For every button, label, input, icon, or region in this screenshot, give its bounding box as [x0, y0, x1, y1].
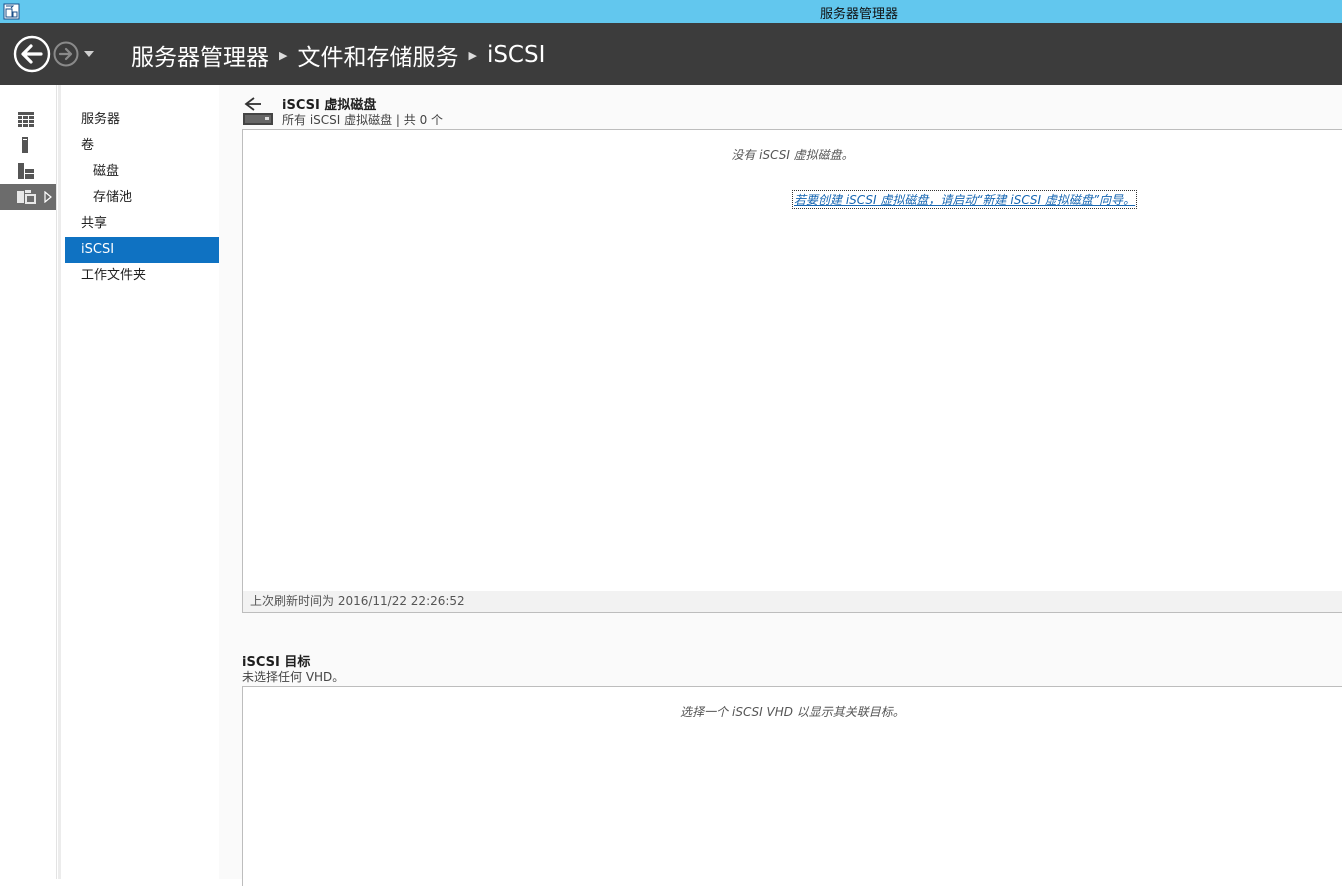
iconbar-file-storage[interactable]	[0, 184, 56, 210]
last-refresh-status: 上次刷新时间为 2016/11/22 22:26:52	[243, 591, 1342, 612]
back-arrow-icon[interactable]	[13, 35, 51, 73]
nav-item-disks[interactable]: 磁盘	[65, 159, 219, 185]
forward-arrow-icon[interactable]	[53, 41, 79, 67]
vdisks-empty-message: 没有 iSCSI 虚拟磁盘。	[731, 148, 854, 162]
section-icon-bar	[0, 85, 57, 879]
iconbar-all-servers[interactable]	[0, 158, 56, 184]
file-storage-icon	[17, 190, 36, 204]
new-vdisk-wizard-link[interactable]: 若要创建 iSCSI 虚拟磁盘，请启动“新建 iSCSI 虚拟磁盘”向导。	[792, 190, 1138, 209]
nav-item-label: iSCSI	[81, 242, 115, 257]
nav-item-storage-pools[interactable]: 存储池	[65, 185, 219, 211]
breadcrumb-separator-icon: ▶	[468, 48, 477, 62]
nav-item-label: 共享	[81, 216, 108, 231]
breadcrumb-separator-icon: ▶	[279, 48, 288, 62]
nav-item-label: 卷	[81, 138, 95, 153]
all-servers-icon	[18, 163, 34, 179]
vdisks-panel: 没有 iSCSI 虚拟磁盘。 若要创建 iSCSI 虚拟磁盘，请启动“新建 iS…	[242, 129, 1342, 613]
nav-item-label: 工作文件夹	[81, 268, 147, 283]
targets-subtitle: 未选择任何 VHD。	[242, 670, 345, 684]
file-storage-nav: 服务器 卷 磁盘 存储池 共享 iSCSI 工作文件夹	[58, 85, 222, 879]
nav-item-volumes[interactable]: 卷	[65, 133, 219, 159]
window-titlebar: 服务器管理器	[0, 0, 1342, 23]
iconbar-dashboard[interactable]	[0, 106, 56, 132]
nav-item-servers[interactable]: 服务器	[65, 107, 219, 133]
header-bar: 服务器管理器 ▶ 文件和存储服务 ▶ iSCSI	[0, 23, 1342, 85]
breadcrumb-item: iSCSI	[486, 42, 546, 68]
iconbar-local-server[interactable]	[0, 132, 56, 158]
iscsi-virtual-disk-icon	[243, 97, 273, 125]
window-title: 服务器管理器	[819, 7, 898, 22]
targets-panel: 选择一个 iSCSI VHD 以显示其关联目标。	[242, 686, 1342, 886]
history-dropdown-icon[interactable]	[83, 49, 95, 59]
nav-item-label: 磁盘	[93, 164, 120, 179]
local-server-icon	[22, 137, 28, 153]
nav-item-iscsi[interactable]: iSCSI	[65, 237, 219, 263]
nav-item-work-folders[interactable]: 工作文件夹	[65, 263, 219, 289]
nav-item-shares[interactable]: 共享	[65, 211, 219, 237]
breadcrumb-item[interactable]: 文件和存储服务	[297, 38, 458, 72]
breadcrumb-item[interactable]: 服务器管理器	[131, 38, 269, 72]
breadcrumb: 服务器管理器 ▶ 文件和存储服务 ▶ iSCSI	[131, 38, 545, 72]
vdisks-subtitle: 所有 iSCSI 虚拟磁盘 | 共 0 个	[282, 113, 444, 127]
main-content: iSCSI 虚拟磁盘 所有 iSCSI 虚拟磁盘 | 共 0 个 没有 iSCS…	[219, 85, 1342, 886]
dashboard-icon	[18, 112, 34, 127]
expand-arrow-icon	[44, 191, 52, 203]
nav-item-label: 存储池	[93, 190, 133, 205]
nav-item-label: 服务器	[81, 112, 121, 127]
targets-empty-message: 选择一个 iSCSI VHD 以显示其关联目标。	[680, 705, 905, 719]
